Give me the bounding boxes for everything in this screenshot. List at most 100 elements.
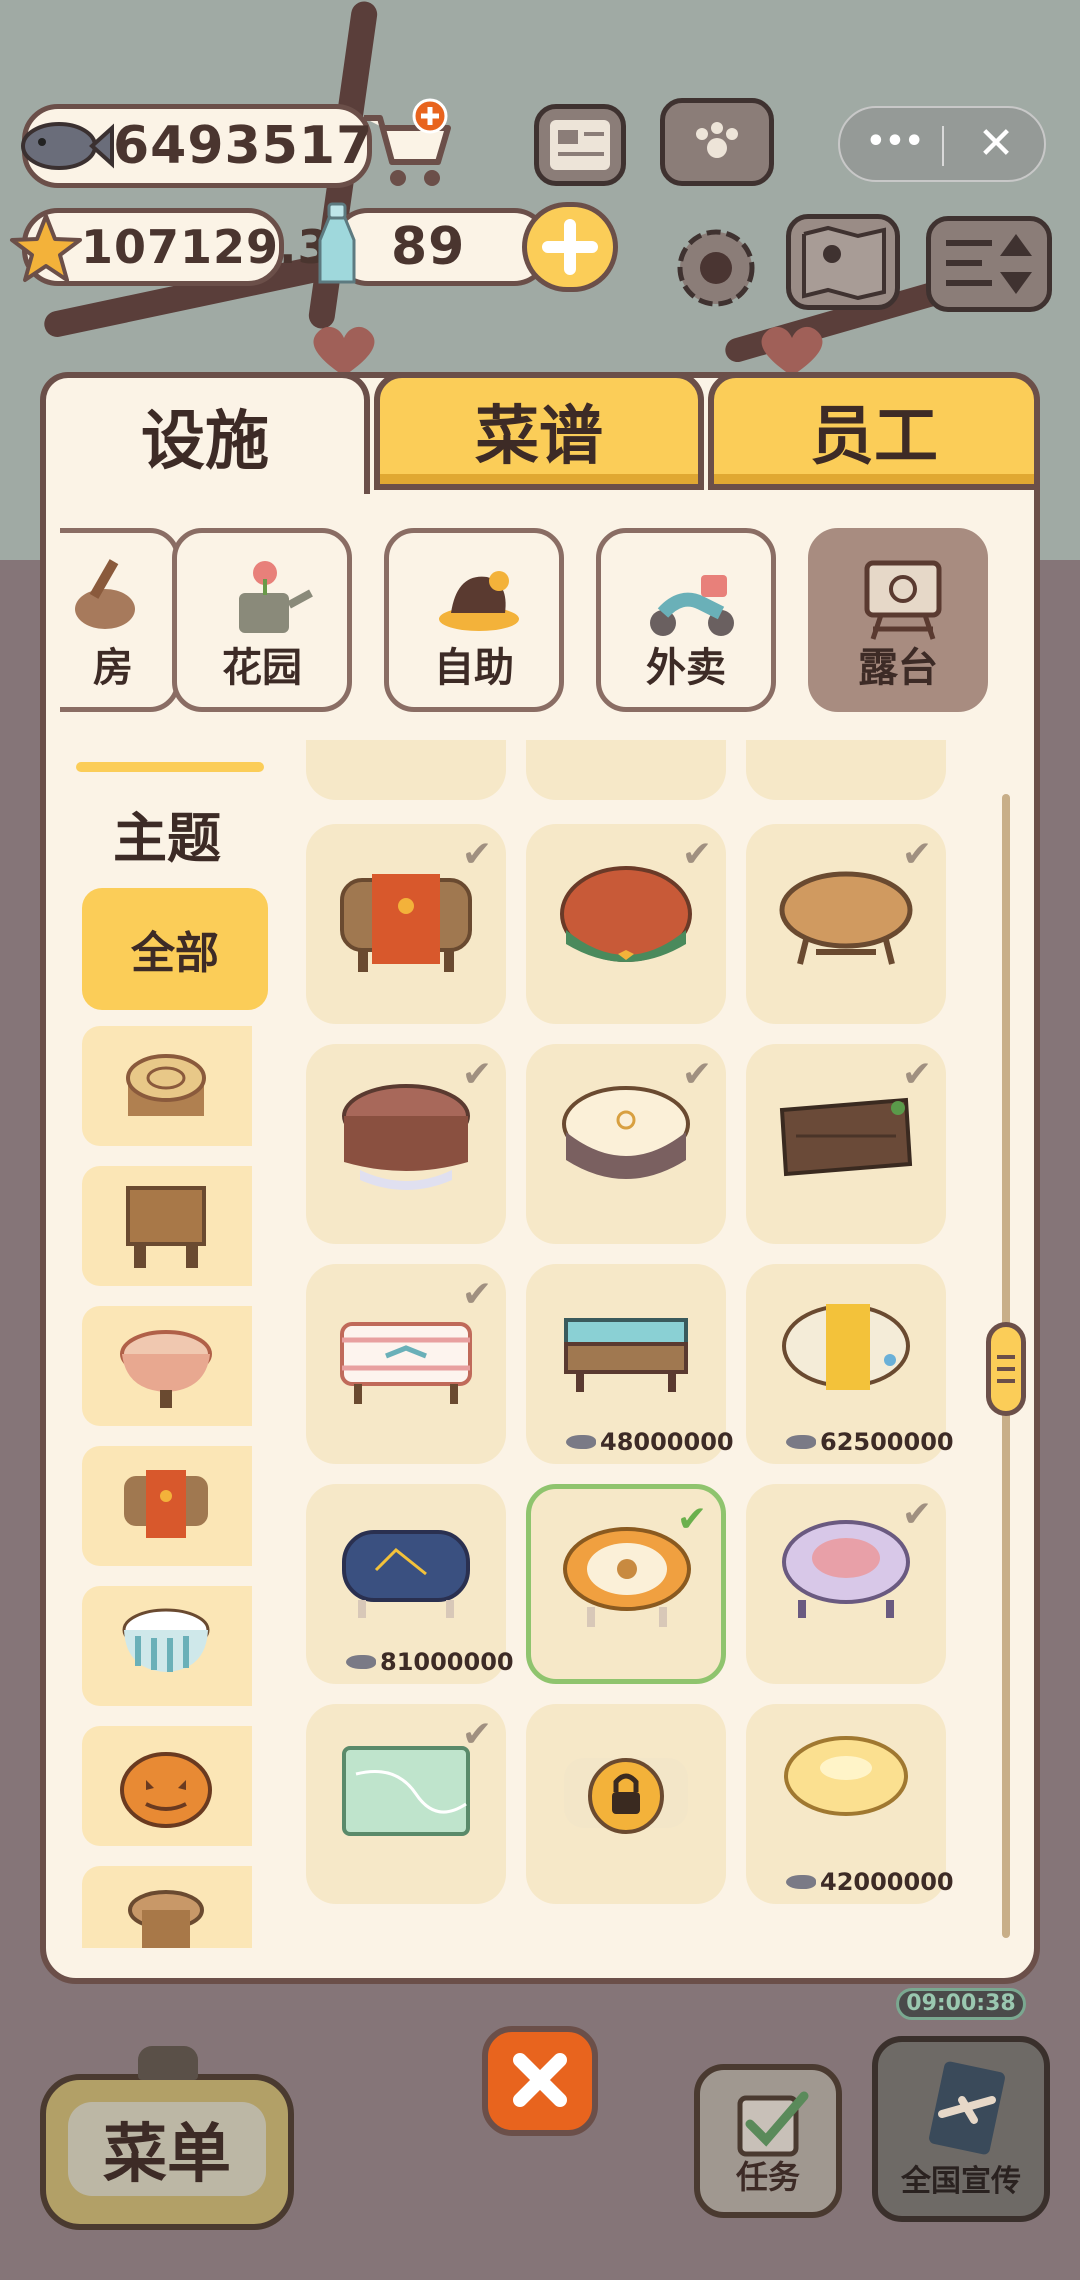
fish-count: 6493517 — [113, 116, 374, 176]
item-pink-ribbon-table[interactable]: ✔ — [306, 1264, 506, 1464]
wooden-table-icon — [126, 1186, 206, 1268]
category-delivery-label: 外卖 — [646, 645, 726, 691]
item-fish-banner-table[interactable]: 62500000 — [746, 1264, 954, 1464]
owned-check-icon: ✔ — [461, 1714, 492, 1755]
round-stool-icon — [128, 1890, 204, 1948]
sidebar-title: 主题 — [113, 807, 221, 870]
settings-gear-icon[interactable] — [668, 220, 764, 316]
menu-label: 菜单 — [103, 2118, 231, 2192]
tab-recipes[interactable]: 菜谱 — [374, 372, 704, 490]
category-buffet[interactable]: 自助 — [384, 528, 564, 712]
striped-table-icon — [122, 1608, 210, 1672]
item-partial-1[interactable] — [306, 740, 506, 800]
airplane-book-icon — [929, 2061, 1005, 2155]
plaid-table-icon — [560, 866, 692, 962]
timer-badge: 09:00:38 — [896, 1988, 1026, 2020]
miniprogram-capsule: ••• ✕ — [838, 106, 1046, 182]
owned-check-icon: ✔ — [461, 1054, 492, 1095]
item-oval-wood-table[interactable]: ✔ — [746, 824, 946, 1024]
scooter-icon — [650, 575, 734, 636]
category-buffet-label: 自助 — [434, 645, 514, 691]
item-mint-marble-table[interactable]: ✔ — [306, 1704, 506, 1904]
owned-check-icon: ✔ — [461, 1274, 492, 1315]
item-locked-table[interactable] — [526, 1704, 726, 1904]
add-bottle-button[interactable] — [522, 202, 618, 292]
promotion-button[interactable]: 全国宣传 — [872, 2036, 1050, 2222]
theme-striped-table[interactable] — [82, 1586, 252, 1706]
fish-price-icon — [786, 1435, 816, 1449]
theme-round-stool[interactable] — [82, 1866, 252, 1948]
paw-cloth-table-icon — [340, 874, 472, 972]
theme-checkered-table[interactable] — [82, 1306, 252, 1426]
theme-pumpkin[interactable] — [82, 1726, 252, 1846]
teal-bench-icon — [564, 1318, 688, 1392]
category-kitchen[interactable]: 房 — [60, 528, 180, 712]
promotion-label: 全国宣传 — [901, 2164, 1021, 2199]
pink-ribbon-table-icon — [340, 1322, 472, 1404]
newspaper-icon — [550, 120, 610, 170]
checkered-table-icon — [120, 1330, 212, 1408]
owned-check-icon: ✔ — [901, 1054, 932, 1095]
category-terrace[interactable]: 露台 — [808, 528, 988, 712]
watering-can-icon — [239, 561, 313, 633]
star-count: 107129.3 — [81, 220, 331, 274]
theme-list — [0, 1020, 270, 1948]
shop-cart-icon[interactable] — [356, 98, 456, 194]
paw-cloth-table-icon — [124, 1470, 208, 1538]
kitchen-icon — [75, 559, 135, 629]
category-terrace-label: 露台 — [858, 645, 938, 691]
category-garden[interactable]: 花园 — [172, 528, 352, 712]
chocolate-table-icon — [342, 1084, 470, 1190]
owned-check-icon: ✔ — [461, 834, 492, 875]
locked-table-icon — [564, 1758, 688, 1834]
item-starry-blue-table[interactable]: 81000000 — [306, 1484, 514, 1684]
easel-icon — [864, 560, 942, 640]
item-partial-2[interactable] — [526, 740, 726, 800]
items-grid: ✔ ✔ ✔ ✔ ✔ ✔ ✔ 48000000 62500000 81000000 — [300, 740, 960, 1948]
log-stump-icon — [126, 1054, 206, 1116]
theme-all-button[interactable]: 全部 — [82, 888, 268, 1010]
plus-icon — [542, 219, 598, 275]
theme-paw-cloth-table[interactable] — [82, 1446, 252, 1566]
item-plank-table[interactable]: ✔ — [746, 1044, 946, 1244]
item-cream-round-table[interactable]: ✔ — [526, 1044, 726, 1244]
item-price-value: 42000000 — [820, 1868, 954, 1896]
pumpkin-icon — [120, 1752, 212, 1828]
fish-icon — [21, 122, 114, 170]
tab-facility[interactable]: 设施 — [40, 372, 370, 494]
item-price-value: 48000000 — [600, 1428, 734, 1456]
item-paw-print-cloth-table[interactable]: ✔ — [306, 824, 506, 1024]
grip-icon — [997, 1355, 1015, 1383]
timer-text: 09:00:38 — [906, 1991, 1016, 2016]
theme-wooden-table[interactable] — [82, 1166, 252, 1286]
more-options-button[interactable]: ••• — [860, 124, 930, 159]
fish-banner-table-icon — [782, 1304, 910, 1390]
close-miniprogram-button[interactable]: ✕ — [956, 118, 1036, 169]
item-partial-3[interactable] — [746, 740, 946, 800]
owned-check-icon: ✔ — [681, 834, 712, 875]
lavender-table-icon — [782, 1520, 910, 1618]
tab-staff[interactable]: 员工 — [708, 372, 1040, 490]
item-plaid-round-table[interactable]: ✔ — [526, 824, 726, 1024]
item-chocolate-cake-table[interactable]: ✔ — [306, 1044, 506, 1244]
cream-table-icon — [562, 1086, 690, 1179]
category-delivery[interactable]: 外卖 — [596, 528, 776, 712]
plank-table-icon — [779, 1097, 913, 1177]
lemon-table-icon — [784, 1736, 908, 1816]
menu-button[interactable]: 菜单 — [40, 2074, 294, 2230]
item-lemon-round-table[interactable]: 42000000 — [746, 1704, 954, 1904]
theme-log-stump[interactable] — [82, 1026, 252, 1146]
tasks-button[interactable]: 任务 — [694, 2064, 842, 2218]
scrollbar-thumb[interactable] — [986, 1322, 1026, 1416]
close-panel-button[interactable] — [482, 2026, 598, 2136]
item-price: 42000000 — [786, 1868, 954, 1896]
bottle-currency: 89 — [332, 208, 550, 286]
close-icon — [513, 2053, 567, 2107]
item-teal-bench-table[interactable]: 48000000 — [526, 1264, 734, 1464]
menu-button-face: 菜单 — [68, 2102, 266, 2196]
item-bear-face-table[interactable]: ✔ — [526, 1484, 726, 1684]
menu-clip-icon — [138, 2046, 198, 2080]
tasks-label: 任务 — [735, 2158, 800, 2196]
category-kitchen-label: 房 — [93, 645, 133, 691]
item-lavender-round-table[interactable]: ✔ — [746, 1484, 946, 1684]
